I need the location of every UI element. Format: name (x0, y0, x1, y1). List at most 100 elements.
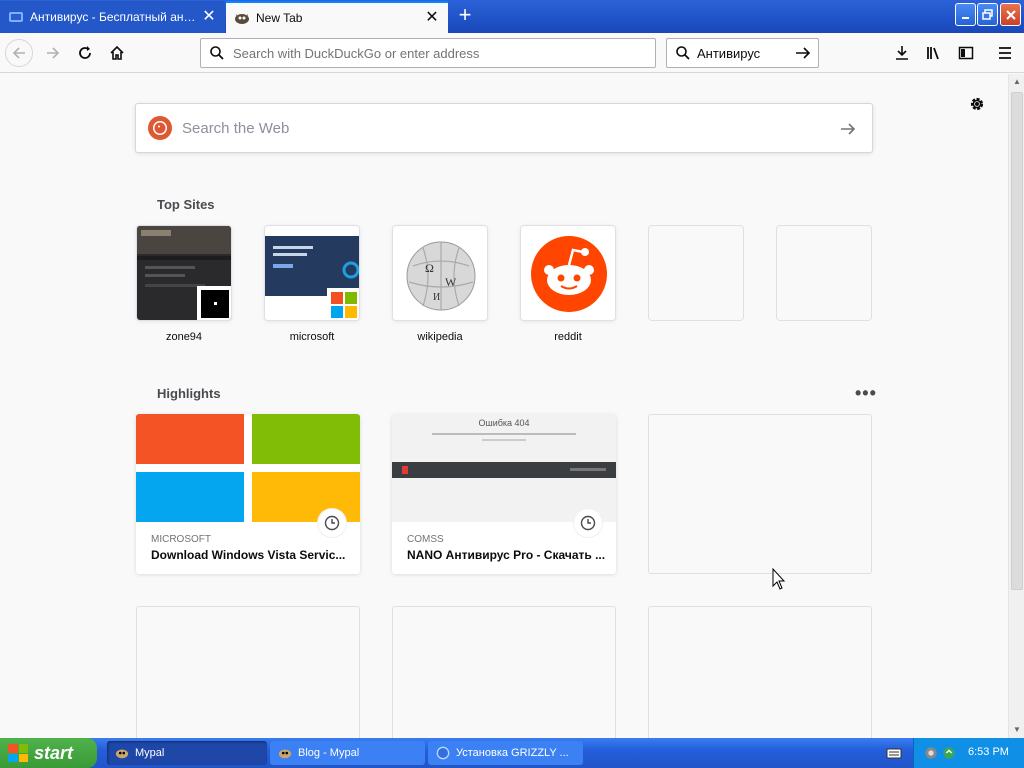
top-site-thumbnail: Ω W И (392, 225, 488, 321)
download-icon (896, 46, 908, 60)
top-site-wikipedia[interactable]: Ω W И wikipedia (392, 225, 488, 343)
top-sites-heading: Top Sites (157, 197, 215, 212)
installer-icon (436, 746, 450, 760)
highlights-more-button[interactable]: ••• (855, 383, 877, 404)
close-window-button[interactable] (1000, 3, 1021, 26)
taskbar-item-label: Mypal (135, 747, 165, 759)
reload-button[interactable] (71, 39, 99, 67)
top-site-label: wikipedia (417, 331, 463, 343)
top-site-thumbnail (520, 225, 616, 321)
restore-button[interactable] (977, 3, 998, 26)
top-site-label: zone94 (165, 331, 203, 343)
taskbar-item-installer[interactable]: Установка GRIZZLY ... (428, 741, 583, 765)
empty-tile (776, 225, 872, 321)
close-tab-icon[interactable]: ✕ (201, 9, 217, 25)
menu-button[interactable] (991, 39, 1019, 67)
taskbar-item-mypal[interactable]: Mypal (107, 741, 267, 765)
taskbar-item-blog-mypal[interactable]: Blog - Mypal (270, 741, 425, 765)
mypal-icon (115, 746, 129, 760)
minimize-button[interactable] (955, 3, 976, 26)
highlight-card-comss[interactable]: Ошибка 404 COMSS NANO Антивирус Pro - Ск… (392, 414, 616, 574)
top-site-empty-slot[interactable] (648, 225, 744, 331)
highlight-card-empty[interactable] (648, 414, 872, 574)
new-tab-page: Search the Web Top Sites zone94 microsof… (0, 74, 1008, 738)
search-go-icon[interactable] (794, 44, 812, 62)
hamburger-menu-icon (999, 47, 1011, 59)
scroll-up-arrow-icon[interactable]: ▲ (1009, 74, 1024, 90)
search-value: Антивирус (697, 45, 761, 61)
top-site-microsoft[interactable]: microsoft (264, 225, 360, 343)
top-site-label: microsoft (289, 331, 335, 343)
empty-tile (648, 225, 744, 321)
highlight-card-empty[interactable] (648, 606, 872, 738)
network-icon[interactable] (942, 746, 956, 760)
tab-title: Антивирус - Бесплатный антив (30, 10, 201, 24)
mypal-icon (278, 746, 292, 760)
highlight-card-microsoft[interactable]: MICROSOFT Download Windows Vista Servic.… (136, 414, 360, 574)
top-site-zone94[interactable]: zone94 (136, 225, 232, 343)
highlight-thumbnail (136, 414, 360, 522)
site-favicon-icon (8, 9, 24, 25)
downloads-button[interactable] (888, 39, 916, 67)
reddit-logo-icon (521, 226, 615, 320)
library-icon (927, 47, 939, 60)
top-site-label: reddit (554, 331, 582, 343)
sidebar-button[interactable] (952, 39, 980, 67)
keyboard-icon[interactable] (886, 746, 902, 760)
home-button[interactable] (103, 39, 131, 67)
highlights-heading: Highlights (157, 386, 221, 401)
history-clock-icon (574, 509, 602, 537)
navigation-toolbar: Search with DuckDuckGo or enter address … (0, 33, 1024, 73)
tab-new-tab[interactable]: New Tab ✕ (226, 1, 448, 33)
home-icon (110, 45, 124, 60)
new-tab-button[interactable]: + (452, 4, 478, 28)
start-label: start (34, 742, 74, 763)
mypal-favicon-icon (234, 10, 250, 26)
highlight-thumbnail: Ошибка 404 (392, 414, 616, 522)
taskbar-item-label: Установка GRIZZLY ... (456, 747, 569, 759)
highlight-card-empty[interactable] (392, 606, 616, 738)
wikipedia-globe-icon: Ω W И (393, 226, 487, 320)
settings-gear-icon[interactable] (968, 95, 986, 113)
windows-logo-icon (8, 744, 28, 762)
search-icon (675, 45, 691, 61)
address-bar[interactable]: Search with DuckDuckGo or enter address (200, 38, 656, 68)
tray-app-icon[interactable] (924, 746, 938, 760)
taskbar-item-label: Blog - Mypal (298, 747, 360, 759)
close-tab-icon[interactable]: ✕ (424, 10, 440, 26)
arrow-right-icon (47, 47, 60, 59)
reload-icon (79, 46, 91, 59)
library-button[interactable] (920, 39, 948, 67)
search-submit-icon[interactable] (838, 119, 858, 139)
title-bar: Антивирус - Бесплатный антив ✕ New Tab ✕… (0, 0, 1024, 33)
top-site-thumbnail (136, 225, 232, 321)
system-clock[interactable]: 6:53 PM (968, 746, 1009, 758)
search-bar[interactable]: Антивирус (666, 38, 819, 68)
start-button[interactable]: start (0, 738, 97, 768)
forward-button[interactable] (39, 39, 67, 67)
highlight-source: COMSS (407, 534, 444, 545)
highlight-title: NANO Антивирус Pro - Скачать ... (407, 548, 606, 562)
web-search-placeholder: Search the Web (182, 119, 290, 137)
sidebar-icon (958, 46, 974, 60)
top-site-reddit[interactable]: reddit (520, 225, 616, 343)
svg-text:Ω: Ω (425, 261, 434, 275)
top-site-empty-slot[interactable] (776, 225, 872, 331)
tab-title: New Tab (256, 11, 303, 25)
duckduckgo-logo-icon (148, 116, 172, 140)
vertical-scrollbar[interactable]: ▲ ▼ (1008, 74, 1024, 738)
top-site-thumbnail (264, 225, 360, 321)
address-placeholder: Search with DuckDuckGo or enter address (233, 45, 480, 61)
scrollbar-thumb[interactable] (1011, 92, 1023, 590)
arrow-left-icon (12, 47, 25, 59)
highlight-card-empty[interactable] (136, 606, 360, 738)
tab-antivirus[interactable]: Антивирус - Бесплатный антив ✕ (0, 1, 225, 33)
back-button[interactable] (5, 39, 33, 67)
web-search-box[interactable]: Search the Web (135, 103, 873, 153)
highlight-title: Download Windows Vista Servic... (151, 548, 346, 562)
svg-text:И: И (433, 292, 440, 303)
svg-text:W: W (445, 275, 457, 289)
scroll-down-arrow-icon[interactable]: ▼ (1009, 722, 1024, 738)
mouse-cursor-icon (772, 568, 786, 590)
search-icon (209, 45, 225, 61)
